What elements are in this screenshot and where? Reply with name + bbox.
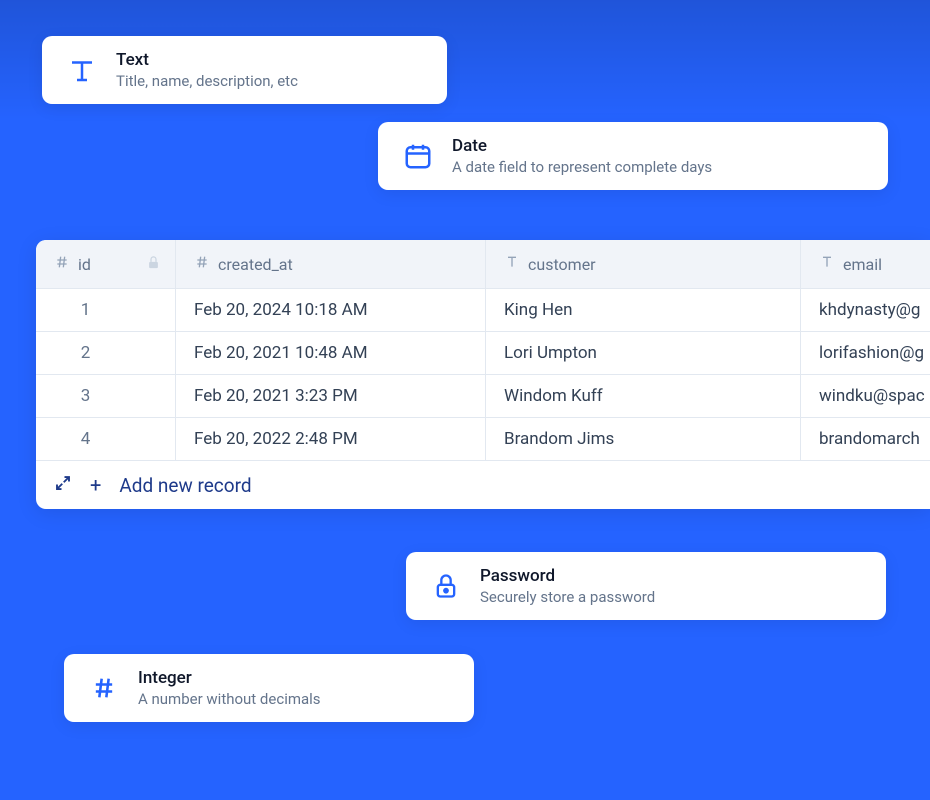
cell-customer: Windom Kuff [486,375,801,417]
text-icon [64,52,100,88]
column-header-created-at[interactable]: created_at [176,240,486,288]
card-desc: Securely store a password [480,588,655,606]
card-title: Date [452,136,712,156]
add-record-row[interactable]: + Add new record [36,461,930,509]
column-label: created_at [218,255,293,274]
column-header-id[interactable]: id [36,240,176,288]
field-type-card-integer[interactable]: Integer A number without decimals [64,654,474,722]
calendar-icon [400,138,436,174]
hash-icon [86,670,122,706]
cell-id: 3 [36,375,176,417]
cell-email: khdynasty@g [801,289,930,331]
cell-created-at: Feb 20, 2021 10:48 AM [176,332,486,374]
hash-icon [54,254,70,274]
cell-created-at: Feb 20, 2022 2:48 PM [176,418,486,460]
column-label: email [843,255,882,274]
column-label: id [78,255,91,274]
lock-icon [428,568,464,604]
cell-id: 4 [36,418,176,460]
card-desc: A number without decimals [138,690,321,708]
cell-customer: Brandom Jims [486,418,801,460]
table-body: 1 Feb 20, 2024 10:18 AM King Hen khdynas… [36,289,930,461]
hash-icon [194,254,210,274]
table-row[interactable]: 4 Feb 20, 2022 2:48 PM Brandom Jims bran… [36,418,930,461]
column-header-email[interactable]: email [801,240,930,288]
data-table: id created_at customer email 1 [36,240,930,509]
table-row[interactable]: 1 Feb 20, 2024 10:18 AM King Hen khdynas… [36,289,930,332]
field-type-card-text[interactable]: Text Title, name, description, etc [42,36,447,104]
add-record-label: Add new record [119,474,251,497]
cell-id: 2 [36,332,176,374]
cell-email: brandomarch [801,418,930,460]
card-title: Password [480,566,655,586]
card-title: Integer [138,668,321,688]
lock-icon [146,255,161,274]
text-type-icon [504,254,520,274]
cell-created-at: Feb 20, 2021 3:23 PM [176,375,486,417]
cell-created-at: Feb 20, 2024 10:18 AM [176,289,486,331]
plus-icon: + [90,473,101,497]
column-label: customer [528,255,596,274]
cell-email: windku@spac [801,375,930,417]
field-type-card-password[interactable]: Password Securely store a password [406,552,886,620]
expand-icon[interactable] [54,474,72,497]
cell-customer: King Hen [486,289,801,331]
card-desc: A date field to represent complete days [452,158,712,176]
text-type-icon [819,254,835,274]
card-desc: Title, name, description, etc [116,72,298,90]
column-header-customer[interactable]: customer [486,240,801,288]
card-title: Text [116,50,298,70]
table-row[interactable]: 2 Feb 20, 2021 10:48 AM Lori Umpton lori… [36,332,930,375]
field-type-card-date[interactable]: Date A date field to represent complete … [378,122,888,190]
cell-id: 1 [36,289,176,331]
table-row[interactable]: 3 Feb 20, 2021 3:23 PM Windom Kuff windk… [36,375,930,418]
table-header: id created_at customer email [36,240,930,289]
cell-customer: Lori Umpton [486,332,801,374]
cell-email: lorifashion@g [801,332,930,374]
